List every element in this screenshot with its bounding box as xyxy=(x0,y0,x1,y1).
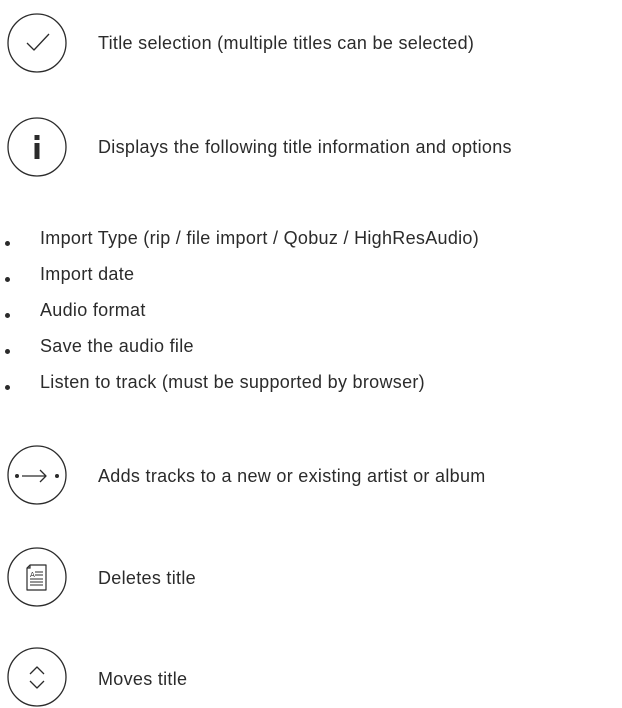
bullet-dot xyxy=(5,385,10,390)
checkmark-icon xyxy=(6,12,68,74)
list-item-label: Import Type (rip / file import / Qobuz /… xyxy=(40,228,480,248)
info-options-list: Import Type (rip / file import / Qobuz /… xyxy=(0,220,622,400)
list-item: Import date xyxy=(0,256,622,292)
list-item: Import Type (rip / file import / Qobuz /… xyxy=(0,220,622,256)
list-item: Save the audio file xyxy=(0,328,622,364)
bullet-dot xyxy=(5,349,10,354)
move-text: Moves title xyxy=(98,669,188,689)
list-item: Audio format xyxy=(0,292,622,328)
list-item-label: Save the audio file xyxy=(40,336,194,356)
bullet-dot xyxy=(5,313,10,318)
delete-text: Deletes title xyxy=(98,568,196,588)
list-item-label: Audio format xyxy=(40,300,146,320)
list-item: Listen to track (must be supported by br… xyxy=(0,364,622,400)
bullet-dot xyxy=(5,277,10,282)
info-text: Displays the following title information… xyxy=(98,137,512,157)
list-item-label: Listen to track (must be supported by br… xyxy=(40,372,425,392)
title-selection-text: Title selection (multiple titles can be … xyxy=(98,33,475,53)
bullet-dot xyxy=(5,241,10,246)
move-updown-icon xyxy=(6,646,68,708)
svg-text:A: A xyxy=(30,571,35,579)
info-icon xyxy=(6,116,68,178)
add-tracks-text: Adds tracks to a new or existing artist … xyxy=(98,466,486,486)
document-icon: A xyxy=(6,546,68,608)
arrow-connect-icon xyxy=(6,444,68,506)
list-item-label: Import date xyxy=(40,264,135,284)
